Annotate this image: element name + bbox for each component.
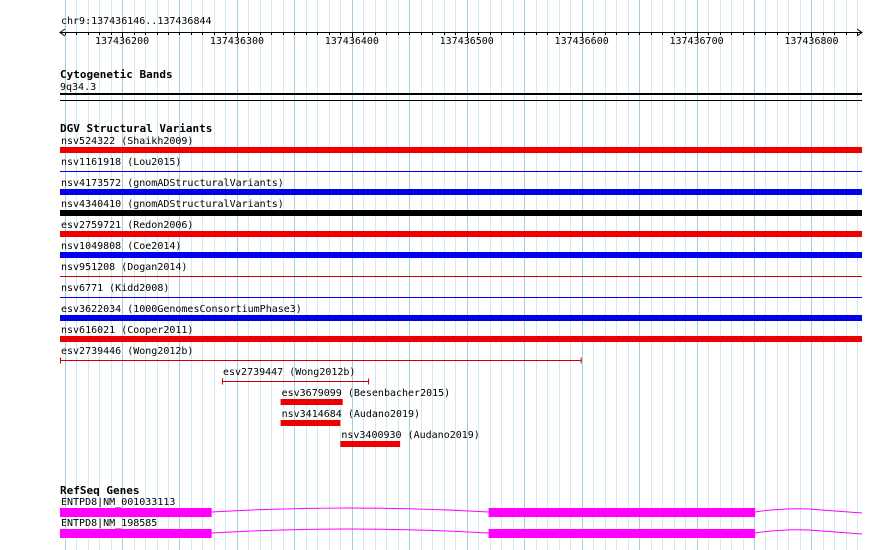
ruler-tick-label: 137436500 <box>440 36 494 47</box>
dgv-variant-bar[interactable] <box>280 420 341 426</box>
dgv-track-title: DGV Structural Variants <box>60 122 212 135</box>
dgv-variant-bar[interactable] <box>60 336 862 342</box>
dgv-variant-label: nsv3414684 (Audano2019) <box>282 409 420 420</box>
locus-label: chr9:137436146..137436844 <box>61 16 212 27</box>
dgv-variant-bar[interactable] <box>60 210 862 216</box>
refseq-track-title: RefSeq Genes <box>60 484 139 497</box>
dgv-variant[interactable]: nsv951208 (Dogan2014) <box>60 262 862 277</box>
ruler-tick-label: 137436200 <box>95 36 149 47</box>
dgv-variant[interactable]: nsv3414684 (Audano2019) <box>280 409 420 426</box>
grid-lines <box>65 0 858 550</box>
dgv-variant-bar[interactable] <box>340 441 401 447</box>
refseq-exon[interactable] <box>488 508 756 517</box>
dgv-variant-bar[interactable] <box>60 315 862 321</box>
dgv-variant-label: nsv6771 (Kidd2008) <box>61 283 169 294</box>
dgv-variant[interactable]: nsv1049808 (Coe2014) <box>60 241 862 258</box>
dgv-variant[interactable]: nsv4173572 (gnomADStructuralVariants) <box>60 178 862 195</box>
ruler-tick-label: 137436600 <box>555 36 609 47</box>
ruler-tick-label: 137436400 <box>325 36 379 47</box>
dgv-variant[interactable]: nsv4340410 (gnomADStructuralVariants) <box>60 199 862 216</box>
ruler-tick-label: 137436300 <box>210 36 264 47</box>
dgv-variant-label: nsv1161918 (Lou2015) <box>61 157 181 168</box>
dgv-variant-bar[interactable] <box>60 147 862 153</box>
dgv-variant-label: esv3679099 (Besenbacher2015) <box>282 388 451 399</box>
dgv-variant-label: nsv4340410 (gnomADStructuralVariants) <box>61 199 284 210</box>
dgv-variant-label: nsv4173572 (gnomADStructuralVariants) <box>61 178 284 189</box>
cytoband-divider <box>60 100 862 101</box>
dgv-variant[interactable]: nsv6771 (Kidd2008) <box>60 283 862 298</box>
cytoband-bar <box>60 93 862 95</box>
dgv-variant-label: esv2759721 (Redon2006) <box>61 220 193 231</box>
refseq-exon[interactable] <box>60 529 212 538</box>
dgv-variant-label: nsv951208 (Dogan2014) <box>61 262 187 273</box>
refseq-intron <box>755 529 863 535</box>
cytoband-track: Cytogenetic Bands 9q34.3 <box>60 68 862 101</box>
refseq-intron <box>755 508 863 514</box>
dgv-variant-label: esv2739447 (Wong2012b) <box>223 367 355 378</box>
dgv-variant-label: nsv524322 (Shaikh2009) <box>61 136 193 147</box>
refseq-track: RefSeq Genes ENTPD8|NM_001033113 ENTPD8|N… <box>60 484 863 538</box>
dgv-variant-label: nsv3400930 (Audano2019) <box>341 430 479 441</box>
dgv-variant-label: nsv1049808 (Coe2014) <box>61 241 181 252</box>
refseq-gene[interactable]: ENTPD8|NM_198585 <box>60 518 863 538</box>
refseq-gene[interactable]: ENTPD8|NM_001033113 <box>60 497 863 517</box>
refseq-gene-label: ENTPD8|NM_198585 <box>61 518 157 529</box>
dgv-variant-bar[interactable] <box>60 189 862 195</box>
dgv-variant[interactable]: esv2759721 (Redon2006) <box>60 220 862 237</box>
dgv-variant[interactable]: esv2739447 (Wong2012b) <box>222 367 370 385</box>
dgv-variant[interactable]: nsv1161918 (Lou2015) <box>60 157 862 172</box>
genome-browser-canvas[interactable]: chr9:137436146..137436844 137436200 13743… <box>0 0 890 550</box>
ruler-tick-label: 137436800 <box>784 36 838 47</box>
refseq-intron <box>211 528 489 534</box>
dgv-variant[interactable]: nsv524322 (Shaikh2009) <box>60 136 862 153</box>
refseq-exon[interactable] <box>488 529 756 538</box>
dgv-variant-bar[interactable] <box>60 252 862 258</box>
dgv-variant-label: nsv616021 (Cooper2011) <box>61 325 193 336</box>
dgv-track: DGV Structural Variants nsv524322 (Shaik… <box>60 122 862 447</box>
dgv-variant[interactable]: nsv616021 (Cooper2011) <box>60 325 862 342</box>
dgv-variant[interactable]: esv3679099 (Besenbacher2015) <box>280 388 451 405</box>
ruler-tick-label: 137436700 <box>669 36 723 47</box>
dgv-variant[interactable]: nsv3400930 (Audano2019) <box>340 430 480 447</box>
refseq-intron <box>211 507 489 513</box>
dgv-variant[interactable]: esv2739446 (Wong2012b) <box>60 346 582 364</box>
dgv-variant-label: esv3622034 (1000GenomesConsortiumPhase3) <box>61 304 302 315</box>
dgv-variant-bar[interactable] <box>60 231 862 237</box>
refseq-gene-label: ENTPD8|NM_001033113 <box>61 497 175 508</box>
cytoband-label: 9q34.3 <box>60 82 96 93</box>
dgv-variant-bar[interactable] <box>280 399 343 405</box>
refseq-exon[interactable] <box>60 508 212 517</box>
coordinate-ruler: chr9:137436146..137436844 137436200 13743… <box>59 16 863 47</box>
cytoband-track-title: Cytogenetic Bands <box>60 68 173 81</box>
dgv-variant[interactable]: esv3622034 (1000GenomesConsortiumPhase3) <box>60 304 862 321</box>
dgv-variant-label: esv2739446 (Wong2012b) <box>61 346 193 357</box>
genome-browser-view: chr9:137436146..137436844 137436200 13743… <box>0 0 890 550</box>
